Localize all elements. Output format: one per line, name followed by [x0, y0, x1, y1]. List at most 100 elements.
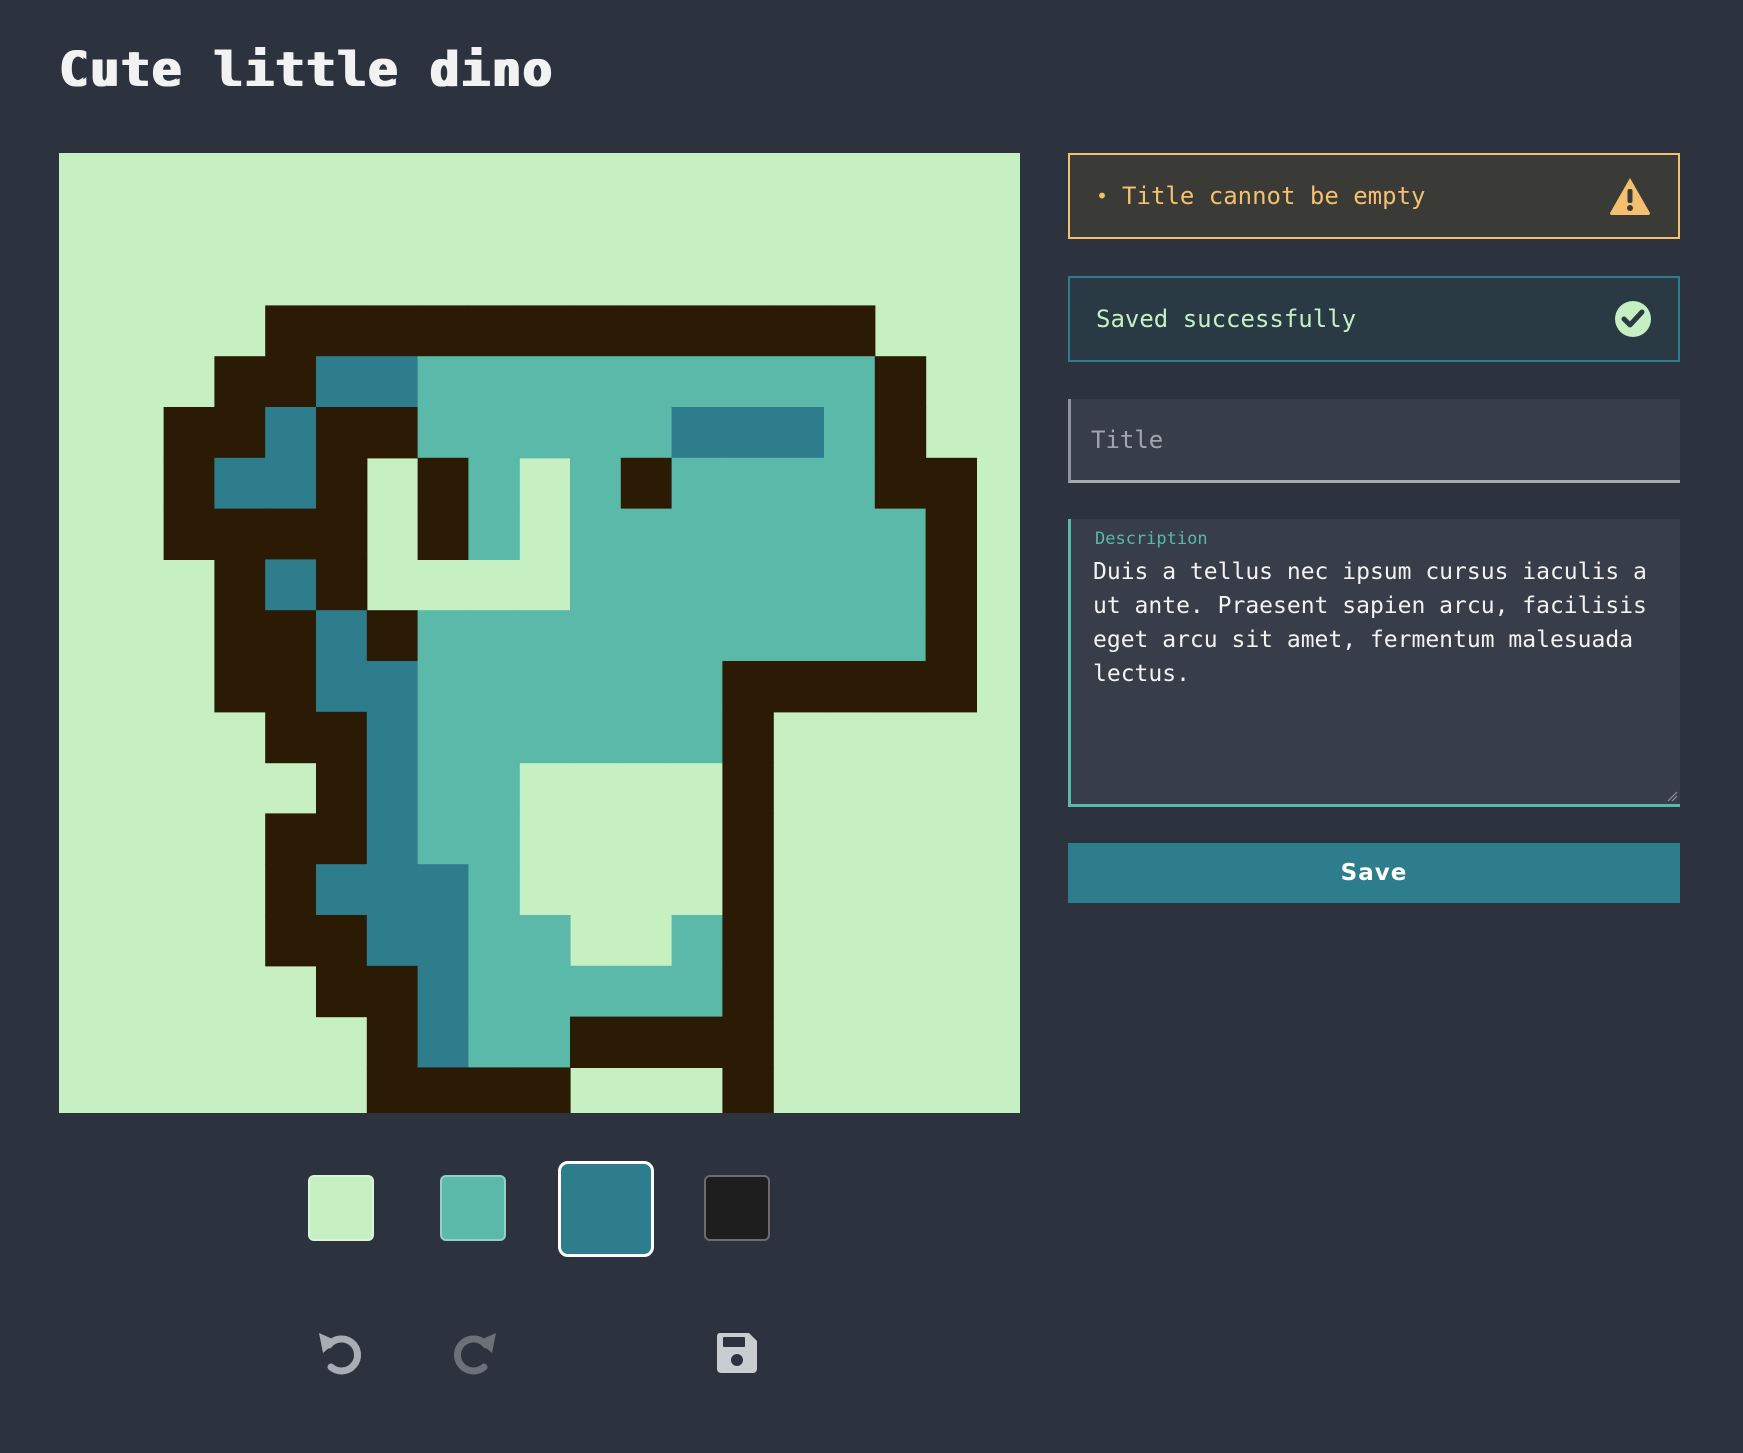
pixel[interactable]: [468, 305, 520, 357]
pixel[interactable]: [722, 915, 774, 967]
pixel[interactable]: [620, 661, 673, 713]
pixel[interactable]: [722, 559, 774, 611]
pixel[interactable]: [824, 610, 876, 662]
pixel[interactable]: [366, 407, 419, 459]
pixel[interactable]: [417, 711, 469, 764]
pixel[interactable]: [773, 661, 825, 713]
pixel[interactable]: [366, 711, 419, 764]
pixel[interactable]: [417, 1067, 469, 1113]
pixel[interactable]: [570, 610, 622, 662]
pixel[interactable]: [925, 508, 977, 560]
pixel[interactable]: [163, 407, 215, 459]
pixel[interactable]: [468, 610, 520, 662]
pixel[interactable]: [468, 508, 520, 560]
pixel[interactable]: [874, 661, 927, 713]
swatch-light-green[interactable]: [308, 1175, 374, 1241]
pixel[interactable]: [722, 711, 774, 764]
pixel[interactable]: [214, 508, 266, 560]
pixel[interactable]: [722, 356, 774, 408]
pixel[interactable]: [417, 356, 469, 408]
pixel[interactable]: [925, 457, 977, 510]
pixel[interactable]: [773, 559, 825, 611]
pixel[interactable]: [519, 915, 571, 967]
pixel[interactable]: [773, 356, 825, 408]
pixel[interactable]: [620, 407, 673, 459]
pixel[interactable]: [366, 305, 419, 357]
pixel[interactable]: [468, 711, 520, 764]
pixel[interactable]: [671, 711, 723, 764]
pixel[interactable]: [316, 661, 368, 713]
swatch-teal[interactable]: [440, 1175, 506, 1241]
pixel[interactable]: [468, 1016, 520, 1068]
pixel[interactable]: [316, 610, 368, 662]
pixel[interactable]: [316, 915, 368, 967]
pixel[interactable]: [570, 457, 622, 510]
pixel[interactable]: [925, 610, 977, 662]
pixel[interactable]: [519, 661, 571, 713]
pixel[interactable]: [468, 407, 520, 459]
pixel[interactable]: [671, 508, 723, 560]
pixel[interactable]: [874, 610, 927, 662]
pixel[interactable]: [214, 407, 266, 459]
pixel[interactable]: [316, 457, 368, 510]
pixel[interactable]: [519, 965, 571, 1018]
pixel[interactable]: [519, 407, 571, 459]
pixel[interactable]: [417, 915, 469, 967]
pixel[interactable]: [417, 457, 469, 510]
pixel[interactable]: [570, 407, 622, 459]
pixel[interactable]: [366, 610, 419, 662]
pixel[interactable]: [773, 457, 825, 510]
pixel[interactable]: [874, 356, 927, 408]
pixel[interactable]: [468, 762, 520, 814]
pixel[interactable]: [671, 610, 723, 662]
pixel[interactable]: [417, 661, 469, 713]
redo-button[interactable]: [444, 1323, 504, 1383]
pixel[interactable]: [722, 407, 774, 459]
pixel[interactable]: [671, 915, 723, 967]
pixel[interactable]: [722, 508, 774, 560]
pixel[interactable]: [824, 407, 876, 459]
pixel[interactable]: [620, 1016, 673, 1068]
pixel[interactable]: [468, 356, 520, 408]
pixel[interactable]: [874, 559, 927, 611]
pixel[interactable]: [874, 457, 927, 510]
pixel[interactable]: [722, 965, 774, 1018]
pixel[interactable]: [620, 356, 673, 408]
pixel[interactable]: [316, 711, 368, 764]
pixel[interactable]: [316, 407, 368, 459]
resize-grip-icon[interactable]: [1666, 790, 1678, 802]
pixel[interactable]: [620, 457, 673, 510]
pixel[interactable]: [366, 1016, 419, 1068]
save-drawing-button[interactable]: [707, 1323, 767, 1383]
pixel[interactable]: [468, 965, 520, 1018]
pixel[interactable]: [671, 559, 723, 611]
pixel[interactable]: [519, 356, 571, 408]
pixel[interactable]: [265, 457, 317, 510]
pixel[interactable]: [671, 356, 723, 408]
pixel[interactable]: [824, 305, 876, 357]
pixel[interactable]: [874, 407, 927, 459]
pixel[interactable]: [519, 305, 571, 357]
pixel[interactable]: [773, 305, 825, 357]
pixel[interactable]: [468, 661, 520, 713]
pixel[interactable]: [519, 711, 571, 764]
pixel[interactable]: [214, 559, 266, 611]
pixel[interactable]: [214, 356, 266, 408]
pixel[interactable]: [265, 610, 317, 662]
pixel[interactable]: [671, 661, 723, 713]
pixel[interactable]: [417, 610, 469, 662]
pixel[interactable]: [570, 508, 622, 560]
pixel[interactable]: [417, 864, 469, 916]
pixel[interactable]: [468, 457, 520, 510]
pixel[interactable]: [722, 457, 774, 510]
pixel[interactable]: [824, 661, 876, 713]
pixel[interactable]: [468, 915, 520, 967]
pixel[interactable]: [824, 508, 876, 560]
pixel[interactable]: [620, 711, 673, 764]
pixel[interactable]: [366, 356, 419, 408]
pixel[interactable]: [468, 813, 520, 865]
pixel[interactable]: [316, 965, 368, 1018]
pixel[interactable]: [417, 305, 469, 357]
pixel[interactable]: [265, 407, 317, 459]
pixel[interactable]: [214, 610, 266, 662]
